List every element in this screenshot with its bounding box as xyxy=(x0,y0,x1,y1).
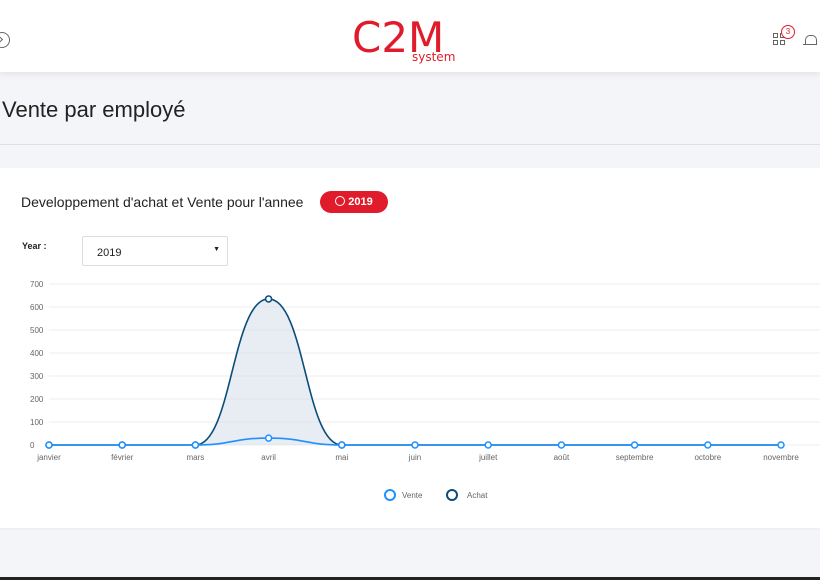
sales-purchase-chart: 0 100 200 300 400 500 600 700 janvier février mars… xyxy=(30,280,820,462)
y-tick-label: 600 xyxy=(30,303,44,312)
vente-point xyxy=(118,441,126,449)
year-badge: 2019 xyxy=(320,191,388,213)
x-tick-label: mai xyxy=(335,453,348,462)
y-tick-label: 400 xyxy=(30,349,44,358)
logo-sub-text: system xyxy=(412,50,456,64)
top-navbar: C2M system 3 xyxy=(0,0,820,72)
y-tick-label: 500 xyxy=(30,326,44,335)
y-tick-label: 700 xyxy=(30,280,44,289)
achat-area xyxy=(49,298,781,445)
x-tick-label: février xyxy=(111,453,134,462)
vente-point xyxy=(630,441,639,449)
vente-point xyxy=(484,441,492,449)
y-tick-label: 0 xyxy=(30,441,35,450)
y-tick-label: 300 xyxy=(30,372,44,381)
notification-count-badge: 3 xyxy=(781,25,795,39)
y-tick-label: 200 xyxy=(30,395,44,404)
year-filter-label: Year : xyxy=(22,241,47,251)
vente-point xyxy=(191,441,200,449)
y-tick-label: 100 xyxy=(30,418,44,427)
x-tick-label: mars xyxy=(187,453,205,462)
x-tick-label: novembre xyxy=(763,453,799,462)
legend-achat-label[interactable]: Achat xyxy=(467,491,487,500)
bell-icon[interactable] xyxy=(803,35,817,45)
chart-card-title: Developpement d'achat et Vente pour l'an… xyxy=(21,194,304,210)
vente-point xyxy=(557,441,566,449)
year-select-value: 2019 xyxy=(97,247,122,259)
clock-icon xyxy=(335,196,346,206)
title-divider xyxy=(0,144,820,145)
x-tick-label: juin xyxy=(408,453,421,462)
x-tick-label: juillet xyxy=(478,453,498,462)
vente-point xyxy=(704,441,712,449)
achat-point xyxy=(264,295,273,303)
vente-point xyxy=(45,441,53,449)
vente-point xyxy=(264,434,273,442)
x-tick-label: janvier xyxy=(36,453,61,462)
vente-point xyxy=(411,441,419,449)
vente-point xyxy=(777,441,785,449)
sidebar-toggle-icon[interactable] xyxy=(0,32,10,48)
page-title: Vente par employé xyxy=(2,97,186,122)
dropdown-arrow-icon: ▼ xyxy=(213,246,220,253)
legend-vente-label[interactable]: Vente xyxy=(402,491,422,500)
year-select[interactable]: 2019 ▼ xyxy=(82,236,228,266)
year-badge-text: 2019 xyxy=(348,196,373,208)
x-tick-label: avril xyxy=(261,453,276,462)
x-tick-label: septembre xyxy=(616,453,654,462)
logo[interactable]: C2M system xyxy=(352,17,462,65)
legend-achat-icon[interactable] xyxy=(446,489,458,501)
x-tick-label: octobre xyxy=(694,453,721,462)
legend-vente-icon[interactable] xyxy=(384,489,396,501)
vente-point xyxy=(338,441,346,449)
achat-line xyxy=(49,298,781,446)
x-tick-label: août xyxy=(554,453,570,462)
